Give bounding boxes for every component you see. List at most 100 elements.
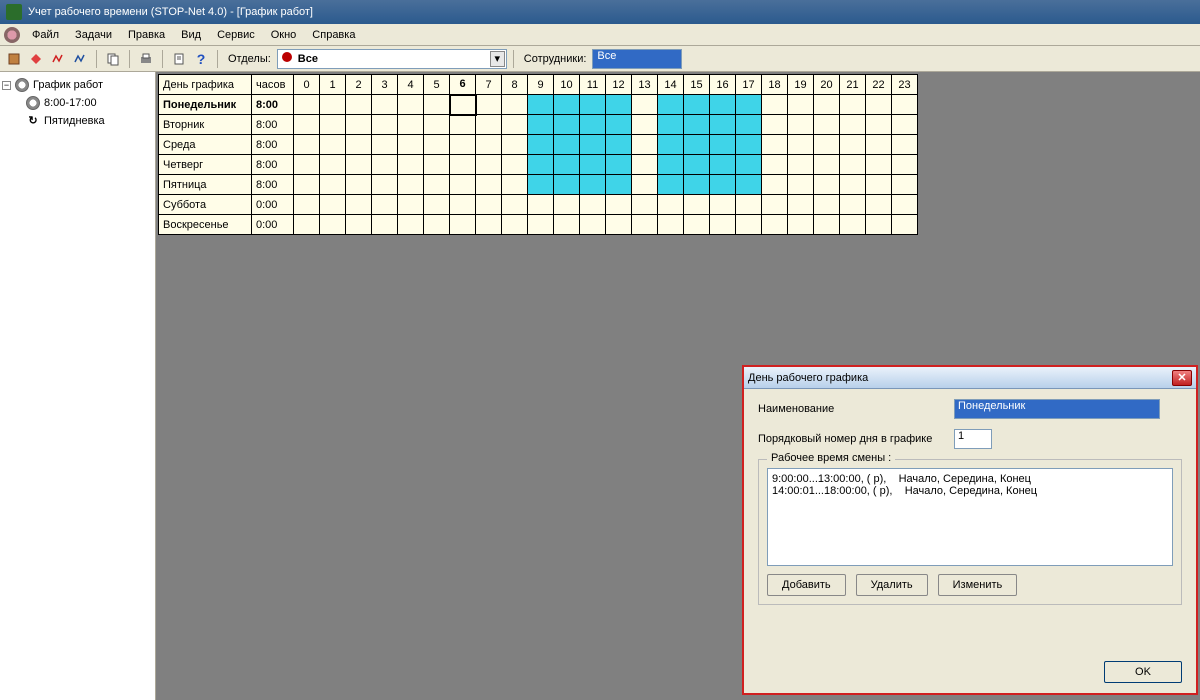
cell-hour[interactable] [554,195,580,215]
cell-hour[interactable] [658,215,684,235]
cell-hour[interactable] [476,195,502,215]
tb-btn-6[interactable] [169,49,189,69]
col-hour-19[interactable]: 19 [788,75,814,95]
cell-hour[interactable] [580,155,606,175]
col-hour-18[interactable]: 18 [762,75,788,95]
cell-hour[interactable] [528,135,554,155]
cell-hour[interactable] [294,195,320,215]
cell-hour[interactable] [840,95,866,115]
cell-hour[interactable] [476,115,502,135]
cell-hours[interactable]: 8:00 [252,135,294,155]
cell-hour[interactable] [892,115,918,135]
cell-hour[interactable] [346,95,372,115]
cell-hour[interactable] [788,135,814,155]
cell-hour[interactable] [372,215,398,235]
cell-hour[interactable] [892,135,918,155]
cell-hour[interactable] [762,135,788,155]
cell-hour[interactable] [398,215,424,235]
cell-hour[interactable] [502,155,528,175]
cell-hour[interactable] [554,135,580,155]
tree-root[interactable]: − График работ [2,76,153,94]
col-hour-15[interactable]: 15 [684,75,710,95]
chevron-down-icon[interactable]: ▾ [490,51,505,67]
cell-hour[interactable] [398,155,424,175]
cell-hour[interactable] [710,155,736,175]
cell-hour[interactable] [294,95,320,115]
cell-hour[interactable] [424,175,450,195]
cell-hour[interactable] [450,195,476,215]
menu-file[interactable]: Файл [24,26,67,44]
cell-hour[interactable] [320,135,346,155]
cell-hour[interactable] [736,155,762,175]
cell-hour[interactable] [658,95,684,115]
tb-btn-5[interactable] [103,49,123,69]
tree-collapse-icon[interactable]: − [2,81,11,90]
cell-hour[interactable] [710,95,736,115]
col-hour-7[interactable]: 7 [476,75,502,95]
cell-hour[interactable] [684,95,710,115]
cell-hour[interactable] [658,155,684,175]
cell-hour[interactable] [450,175,476,195]
cell-hour[interactable] [632,215,658,235]
col-hour-0[interactable]: 0 [294,75,320,95]
cell-hour[interactable] [294,175,320,195]
cell-hour[interactable] [320,95,346,115]
cell-hour[interactable] [372,175,398,195]
cell-hour[interactable] [580,95,606,115]
cell-hour[interactable] [736,115,762,135]
cell-hour[interactable] [892,215,918,235]
cell-hour[interactable] [684,155,710,175]
cell-day[interactable]: Среда [159,135,252,155]
cell-hour[interactable] [814,155,840,175]
cell-hour[interactable] [788,155,814,175]
col-hour-14[interactable]: 14 [658,75,684,95]
cell-hour[interactable] [814,215,840,235]
cell-hour[interactable] [762,175,788,195]
cell-hour[interactable] [866,175,892,195]
cell-hour[interactable] [294,135,320,155]
cell-hour[interactable] [424,115,450,135]
cell-hour[interactable] [502,175,528,195]
col-hour-21[interactable]: 21 [840,75,866,95]
menu-view[interactable]: Вид [173,26,209,44]
cell-hour[interactable] [580,195,606,215]
cell-day[interactable]: Вторник [159,115,252,135]
tree-item-1[interactable]: ↻ Пятидневка [2,112,153,130]
menu-window[interactable]: Окно [263,26,305,44]
cell-day[interactable]: Воскресенье [159,215,252,235]
col-hours[interactable]: часов [252,75,294,95]
cell-hour[interactable] [684,215,710,235]
col-hour-4[interactable]: 4 [398,75,424,95]
cell-hour[interactable] [710,135,736,155]
cell-day[interactable]: Пятница [159,175,252,195]
menu-help[interactable]: Справка [304,26,363,44]
cell-hours[interactable]: 8:00 [252,115,294,135]
col-hour-20[interactable]: 20 [814,75,840,95]
cell-hour[interactable] [346,115,372,135]
cell-hour[interactable] [632,195,658,215]
cell-hour[interactable] [892,95,918,115]
cell-hour[interactable] [554,115,580,135]
cell-hour[interactable] [320,195,346,215]
cell-hour[interactable] [606,155,632,175]
col-hour-9[interactable]: 9 [528,75,554,95]
cell-hour[interactable] [814,175,840,195]
cell-hour[interactable] [320,115,346,135]
cell-hour[interactable] [892,195,918,215]
cell-hour[interactable] [372,155,398,175]
cell-hour[interactable] [502,115,528,135]
cell-hour[interactable] [502,95,528,115]
cell-hour[interactable] [892,175,918,195]
cell-hour[interactable] [346,155,372,175]
cell-hour[interactable] [398,195,424,215]
cell-hour[interactable] [788,95,814,115]
cell-hour[interactable] [424,95,450,115]
cell-hour[interactable] [320,155,346,175]
cell-hour[interactable] [398,135,424,155]
cell-hour[interactable] [814,115,840,135]
cell-hour[interactable] [450,135,476,155]
cell-hour[interactable] [502,195,528,215]
cell-hour[interactable] [658,115,684,135]
cell-hour[interactable] [866,215,892,235]
cell-hour[interactable] [710,175,736,195]
